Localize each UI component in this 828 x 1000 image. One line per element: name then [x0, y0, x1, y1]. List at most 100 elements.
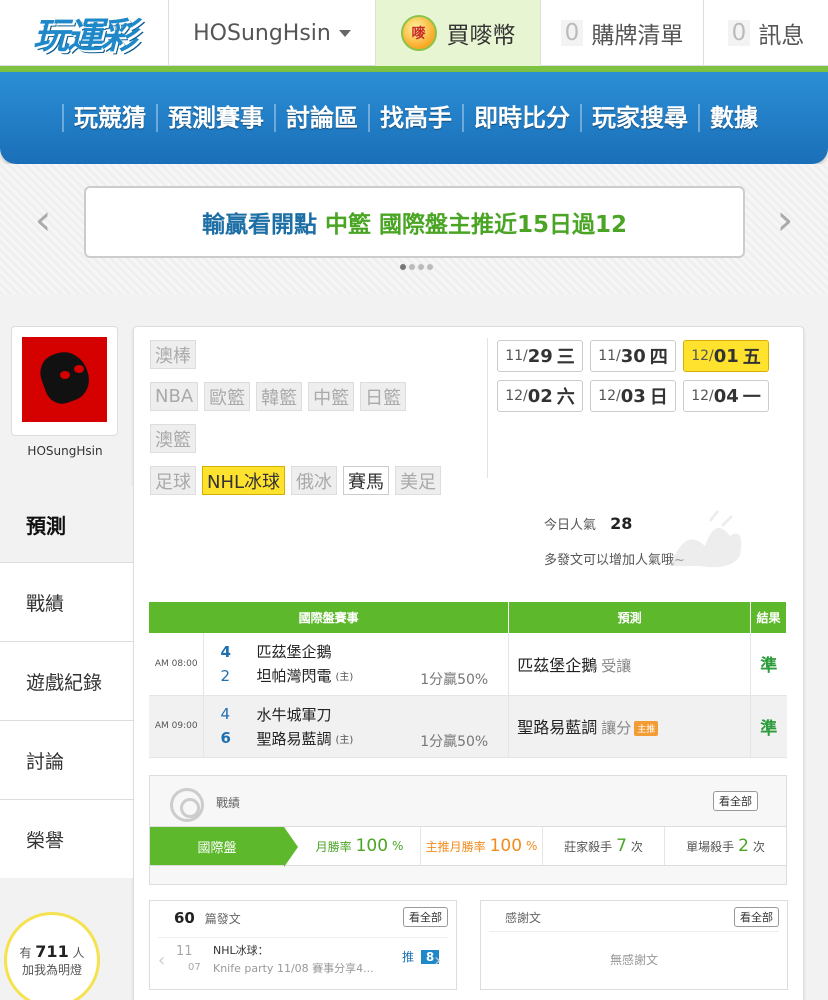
date-weekday: 六 [556, 387, 575, 408]
side-menu-honor[interactable]: 榮譽 [0, 799, 133, 878]
category-chip: 日籃 [360, 382, 407, 411]
carousel-dot[interactable] [400, 264, 406, 270]
today-popularity: 今日人氣 28 [544, 514, 632, 533]
category-row: 足球 NHL冰球 俄冰 賽馬 美足 [150, 466, 480, 495]
chevron-left-icon[interactable]: ‹ [158, 950, 165, 971]
date-chip[interactable]: 11/30 四 [590, 340, 676, 372]
fans-badge[interactable]: 有 711 人 加我為明燈 [4, 912, 100, 1000]
category-chip: NBA [150, 382, 199, 411]
stat-unit: 次 [752, 839, 765, 854]
fans-prefix: 有 [19, 946, 32, 960]
popularity-value: 28 [610, 514, 633, 533]
posts-card: 60 篇發文 看全部 ‹ 11 07 NHL冰球： Knife party 11… [149, 900, 457, 990]
avatar-card[interactable] [11, 326, 118, 436]
posts-view-all-button[interactable]: 看全部 [403, 907, 448, 927]
table-row: AM 08:00 4 匹茲堡企鵝 2 坦帕灣閃電 (主) 1分贏50% 匹茲堡企鵝 受讓準 [149, 633, 787, 696]
date-chip[interactable]: 12/02 六 [497, 380, 583, 412]
user-menu-name: HOSungHsin [193, 20, 331, 46]
post-date-month: 11 [176, 944, 193, 959]
home-team: 聖路易藍調 [256, 729, 332, 748]
stat-unit: 次 [630, 839, 643, 854]
home-tag: (主) [335, 672, 354, 684]
record-stat: 主推月勝率 100% [420, 827, 542, 865]
carousel-dot[interactable] [418, 264, 424, 270]
date-month: 12/ [505, 388, 528, 404]
main-nav: 玩競猜 預測賽事 討論區 找高手 即時比分 玩家搜尋 數據 [0, 72, 828, 164]
user-menu[interactable]: HOSungHsin [168, 0, 375, 66]
home-tag: (主) [335, 734, 354, 746]
category-chip[interactable]: 賽馬 [343, 466, 390, 495]
date-month: 12/ [598, 388, 621, 404]
nav-item-livescore[interactable]: 即時比分 [462, 104, 580, 132]
post-item[interactable]: ‹ 11 07 NHL冰球： Knife party 11/08 賽事分享4..… [158, 937, 448, 981]
category-chip[interactable]: NHL冰球 [202, 466, 286, 495]
date-chip[interactable]: 11/29 三 [497, 340, 583, 372]
category-row: 澳籃 [150, 424, 480, 453]
match-cell: 4 匹茲堡企鵝 2 坦帕灣閃電 (主) 1分贏50% [203, 633, 510, 696]
side-menu-predict[interactable]: 預測 [0, 486, 133, 562]
date-chip[interactable]: 12/04 一 [683, 380, 769, 412]
target-icon [170, 788, 204, 822]
carousel-dot[interactable] [427, 264, 433, 270]
site-logo[interactable]: 玩運彩 [0, 0, 168, 66]
chevron-left-icon[interactable]: ‹ [28, 199, 58, 241]
stat-label: 月勝率 [315, 839, 352, 854]
date-picker: 11/29 三 11/30 四 12/01 五 12/02 六 12/03 日 12/04 一 [497, 340, 769, 412]
date-day: 04 [713, 385, 739, 407]
away-team: 匹茲堡企鵝 [256, 643, 332, 662]
date-month: 11/ [505, 348, 528, 364]
buy-coin-button[interactable]: 嘜 買嘜幣 [375, 0, 540, 66]
side-menu-game-log[interactable]: 遊戲紀錄 [0, 641, 133, 720]
main-pick-badge: 主推 [634, 721, 659, 736]
side-menu-record[interactable]: 戰績 [0, 562, 133, 641]
record-stat: 單場殺手 2 次 [664, 827, 786, 865]
post-date: 11 07 [176, 944, 201, 976]
home-score: 2 [220, 666, 231, 685]
avatar [22, 337, 107, 422]
away-score: 4 [220, 705, 231, 723]
prediction-result: 準 [750, 695, 787, 758]
date-day: 29 [527, 345, 553, 367]
away-team-line: 4 水牛城軍刀 [220, 702, 508, 726]
cart-button[interactable]: 0 購牌清單 [540, 0, 703, 66]
col-header-match: 國際盤賽事 [149, 602, 510, 633]
stat-label: 主推月勝率 [425, 839, 486, 854]
date-weekday: 三 [556, 347, 575, 368]
post-title: NHL冰球： [213, 944, 269, 957]
record-view-all-button[interactable]: 看全部 [713, 791, 758, 811]
category-chip: 歐籃 [204, 382, 251, 411]
match-time: AM 08:00 [149, 633, 205, 696]
logo-text: 玩運彩 [32, 16, 137, 57]
chevron-right-icon[interactable]: › [434, 950, 441, 971]
home-score: 6 [220, 729, 231, 747]
category-filter: 澳棒 NBA 歐籃 韓籃 中籃 日籃 澳籃 足球 NHL冰球 俄冰 賽馬 美足 [150, 340, 480, 508]
nav-item-guess[interactable]: 玩競猜 [62, 104, 156, 132]
post-description: Knife party 11/08 賽事分享4... [213, 962, 374, 975]
category-row: 澳棒 [150, 340, 480, 369]
profile-username: HOSungHsin [27, 444, 103, 458]
messages-count-badge: 0 [727, 20, 751, 46]
nav-item-forum[interactable]: 討論區 [274, 104, 368, 132]
away-team-line: 4 匹茲堡企鵝 [220, 640, 508, 664]
nav-item-data[interactable]: 數據 [698, 104, 768, 132]
category-chip: 澳棒 [150, 340, 196, 369]
date-weekday: 四 [649, 347, 668, 368]
chevron-right-icon[interactable]: › [770, 199, 800, 241]
thanks-view-all-button[interactable]: 看全部 [734, 907, 779, 927]
match-time: AM 09:00 [149, 695, 205, 758]
date-chip[interactable]: 12/03 日 [590, 380, 676, 412]
side-menu-discussion[interactable]: 討論 [0, 720, 133, 799]
banner-slide[interactable]: 輸贏看開點 中籃 國際盤主推近15日過12 [84, 186, 745, 258]
thanks-empty: 無感謝文 [609, 953, 658, 967]
coin-icon: 嘜 [400, 15, 437, 51]
messages-button[interactable]: 0 訊息 [703, 0, 828, 66]
nav-item-experts[interactable]: 找高手 [368, 104, 462, 132]
posts-label: 篇發文 [204, 912, 241, 926]
category-chip: 足球 [150, 466, 196, 495]
nav-item-predict[interactable]: 預測賽事 [156, 104, 274, 132]
nav-item-player-search[interactable]: 玩家搜尋 [580, 104, 698, 132]
record-tab-international[interactable]: 國際盤 [150, 827, 298, 867]
date-chip[interactable]: 12/01 五 [683, 340, 769, 372]
carousel-dot[interactable] [409, 264, 415, 270]
posts-count: 60 [174, 909, 195, 927]
